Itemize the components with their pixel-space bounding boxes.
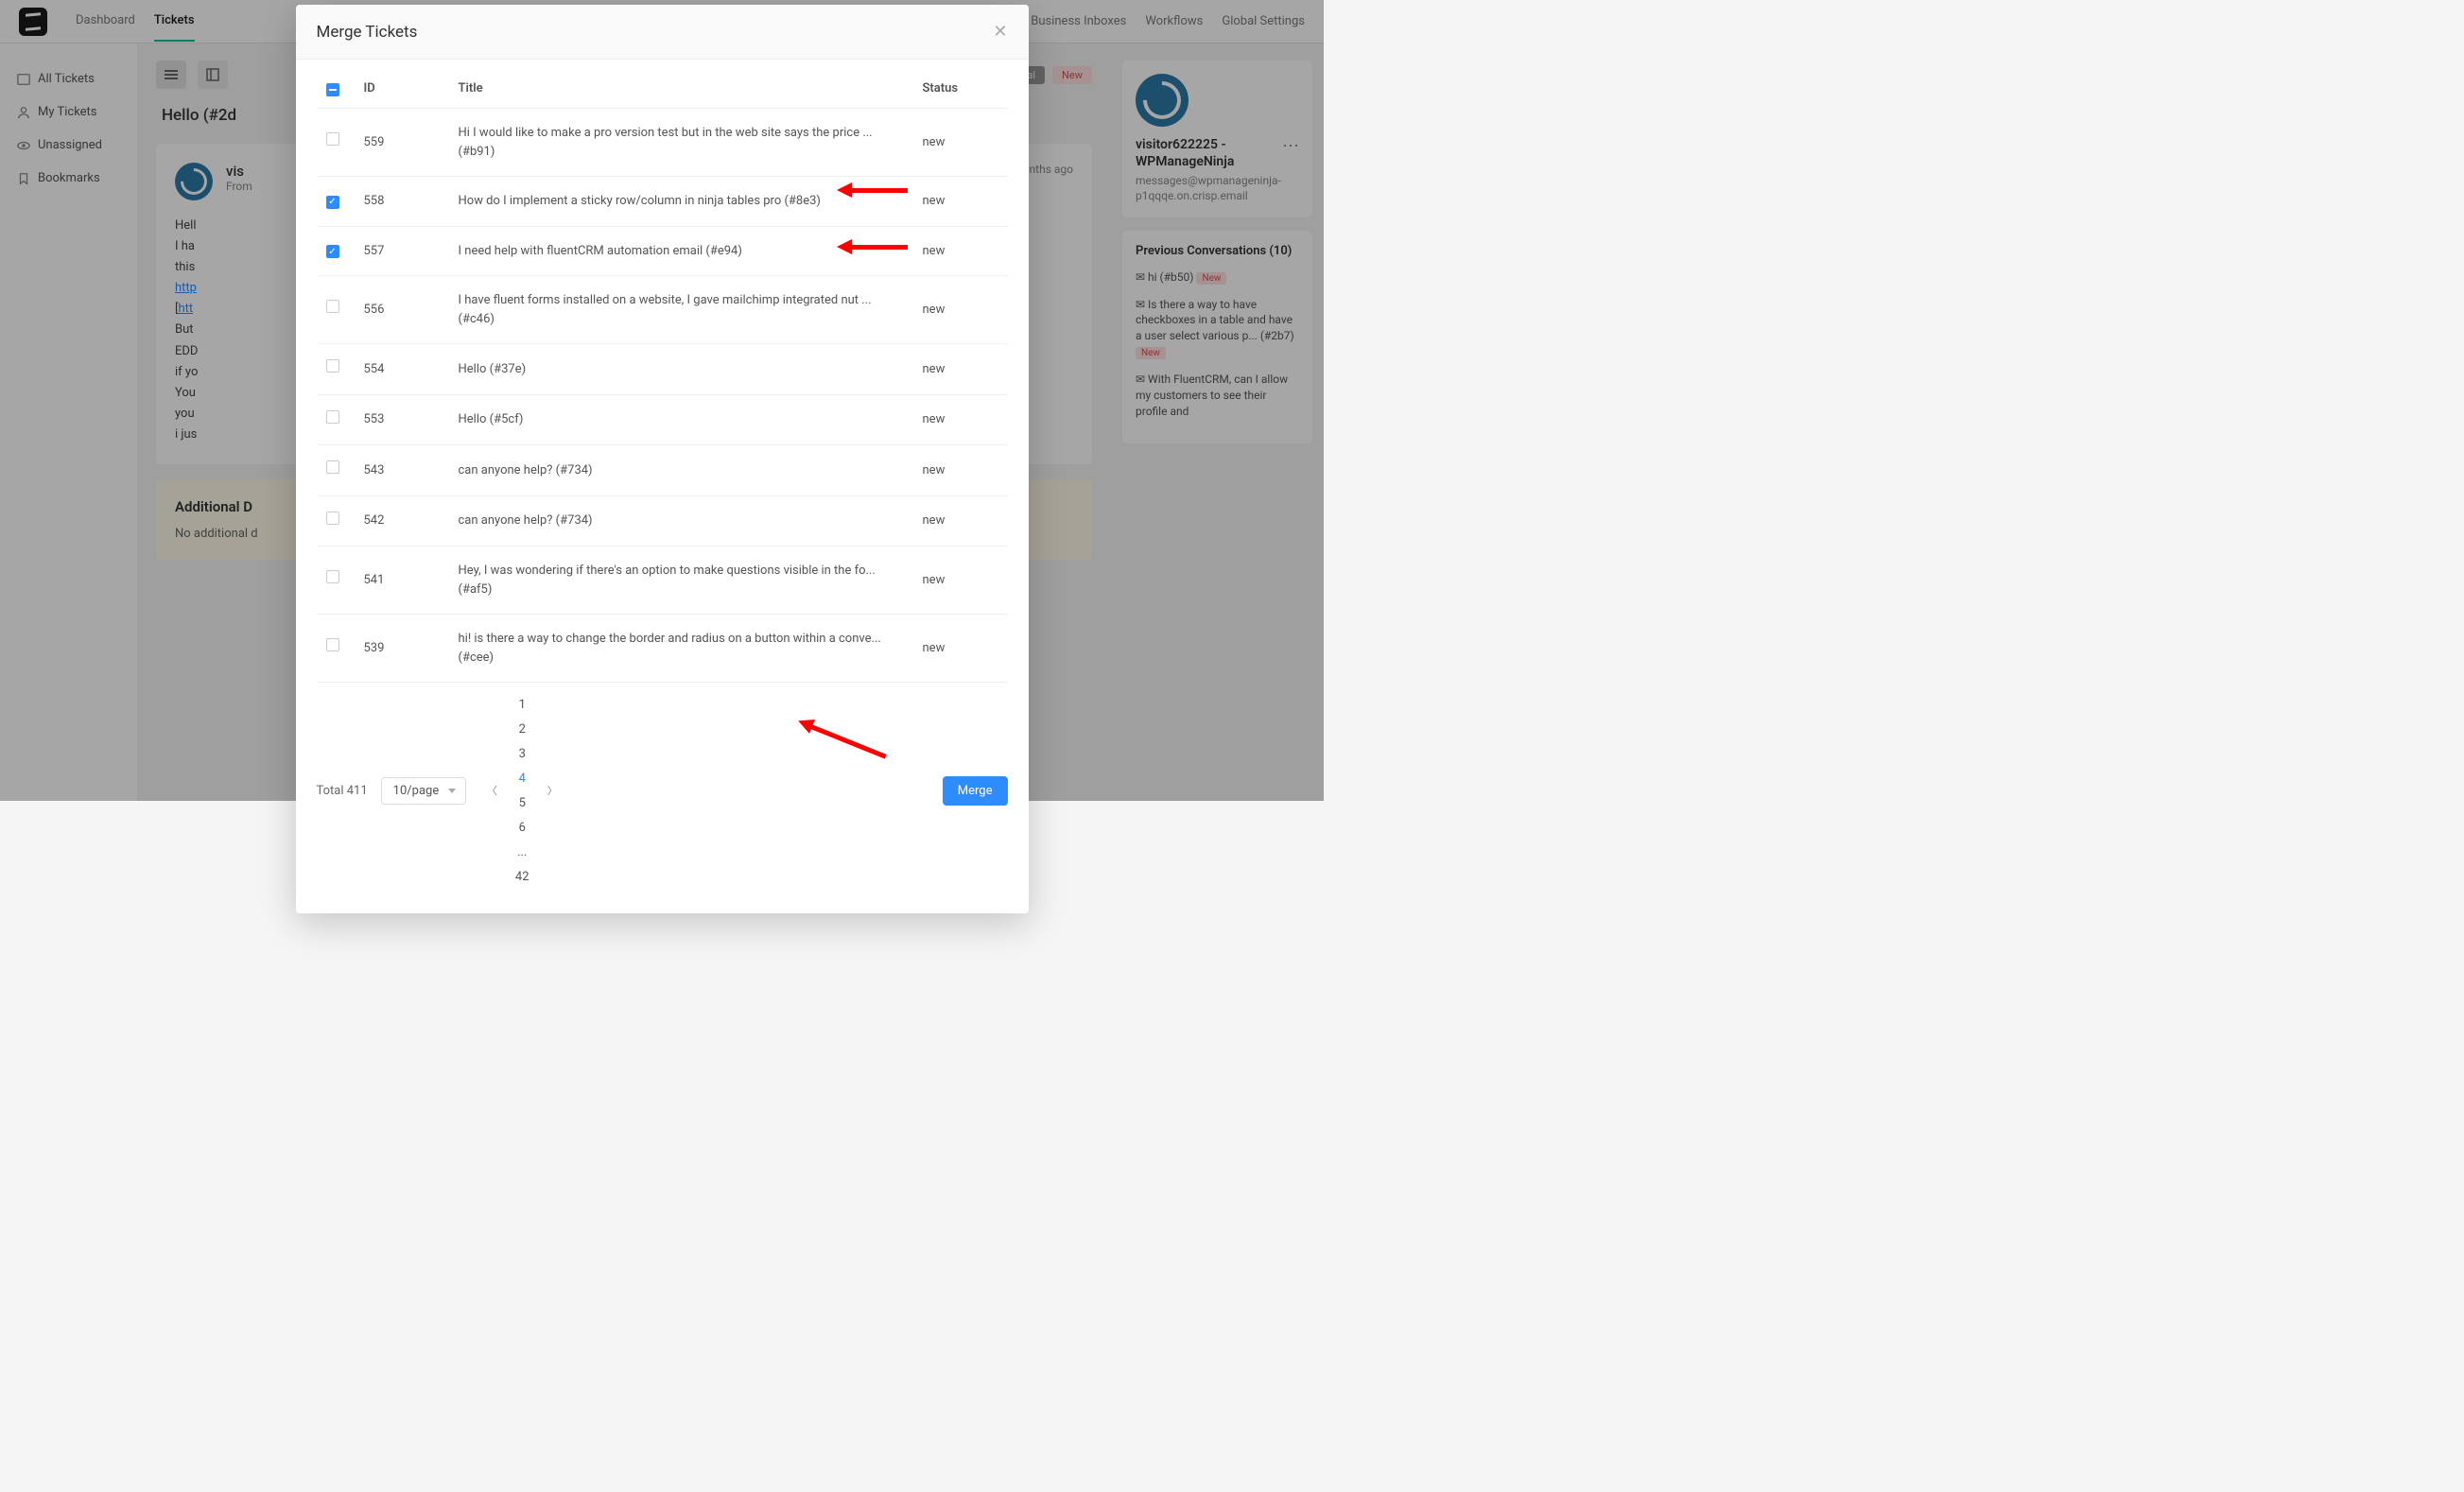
column-header-status[interactable]: Status — [913, 69, 1008, 109]
ticket-status-cell: new — [913, 276, 1008, 344]
ticket-status-cell: new — [913, 394, 1008, 445]
page-number[interactable]: 3 — [510, 741, 534, 766]
ticket-title-cell: Hello (#5cf) — [449, 394, 913, 445]
table-row: 541 Hey, I was wondering if there's an o… — [317, 546, 1008, 615]
page-ellipsis: ... — [510, 840, 534, 864]
ticket-status-cell: new — [913, 445, 1008, 496]
page-size-select[interactable]: 10/page — [381, 777, 467, 805]
ticket-title-cell: How do I implement a sticky row/column i… — [449, 177, 913, 227]
next-page-button[interactable]: 〉 — [540, 778, 564, 803]
page-number[interactable]: 5 — [510, 790, 534, 815]
ticket-title-cell: I need help with fluentCRM automation em… — [449, 226, 913, 276]
ticket-id-cell: 556 — [355, 276, 449, 344]
ticket-status-cell: new — [913, 177, 1008, 227]
merge-tickets-modal: Merge Tickets ✕ ID Title Status 559 Hi I… — [296, 5, 1029, 913]
ticket-status-cell: new — [913, 226, 1008, 276]
column-header-title[interactable]: Title — [449, 69, 913, 109]
ticket-id-cell: 543 — [355, 445, 449, 496]
modal-overlay[interactable]: Merge Tickets ✕ ID Title Status 559 Hi I… — [0, 0, 1324, 801]
table-row: 543 can anyone help? (#734) new — [317, 445, 1008, 496]
ticket-status-cell: new — [913, 546, 1008, 615]
ticket-status-cell: new — [913, 344, 1008, 395]
row-checkbox[interactable] — [326, 359, 339, 373]
ticket-title-cell: Hi I would like to make a pro version te… — [449, 109, 913, 177]
ticket-status-cell: new — [913, 495, 1008, 546]
row-checkbox[interactable] — [326, 410, 339, 424]
ticket-id-cell: 557 — [355, 226, 449, 276]
ticket-id-cell: 554 — [355, 344, 449, 395]
page-number[interactable]: 42 — [510, 864, 534, 889]
ticket-status-cell: new — [913, 109, 1008, 177]
pagination: 〈 123456...42 〉 — [479, 692, 564, 889]
table-row: 542 can anyone help? (#734) new — [317, 495, 1008, 546]
row-checkbox[interactable] — [326, 460, 339, 474]
ticket-id-cell: 542 — [355, 495, 449, 546]
page-number[interactable]: 4 — [510, 766, 534, 790]
row-checkbox[interactable] — [326, 512, 339, 525]
row-checkbox[interactable] — [326, 196, 339, 209]
prev-page-button[interactable]: 〈 — [479, 778, 504, 803]
modal-footer: Total 411 10/page 〈 123456...42 〉 Merge — [317, 683, 1008, 894]
close-icon[interactable]: ✕ — [993, 22, 1007, 42]
table-row: 539 hi! is there a way to change the bor… — [317, 615, 1008, 683]
column-header-id[interactable]: ID — [355, 69, 449, 109]
ticket-title-cell: Hey, I was wondering if there's an optio… — [449, 546, 913, 615]
ticket-id-cell: 541 — [355, 546, 449, 615]
merge-button[interactable]: Merge — [943, 776, 1008, 806]
ticket-status-cell: new — [913, 615, 1008, 683]
ticket-id-cell: 553 — [355, 394, 449, 445]
ticket-id-cell: 539 — [355, 615, 449, 683]
row-checkbox[interactable] — [326, 300, 339, 313]
modal-header: Merge Tickets ✕ — [296, 5, 1029, 60]
row-checkbox[interactable] — [326, 132, 339, 146]
page-number[interactable]: 6 — [510, 815, 534, 840]
total-count-label: Total 411 — [317, 784, 368, 798]
page-number[interactable]: 2 — [510, 717, 534, 741]
tickets-table: ID Title Status 559 Hi I would like to m… — [317, 69, 1008, 683]
page-number[interactable]: 1 — [510, 692, 534, 717]
select-all-checkbox[interactable] — [326, 83, 339, 96]
table-row: 559 Hi I would like to make a pro versio… — [317, 109, 1008, 177]
table-row: 556 I have fluent forms installed on a w… — [317, 276, 1008, 344]
row-checkbox[interactable] — [326, 638, 339, 651]
ticket-id-cell: 559 — [355, 109, 449, 177]
ticket-title-cell: can anyone help? (#734) — [449, 495, 913, 546]
ticket-title-cell: hi! is there a way to change the border … — [449, 615, 913, 683]
modal-title: Merge Tickets — [317, 23, 418, 42]
table-row: 557 I need help with fluentCRM automatio… — [317, 226, 1008, 276]
ticket-title-cell: Hello (#37e) — [449, 344, 913, 395]
table-row: 554 Hello (#37e) new — [317, 344, 1008, 395]
row-checkbox[interactable] — [326, 570, 339, 583]
table-row: 558 How do I implement a sticky row/colu… — [317, 177, 1008, 227]
ticket-title-cell: I have fluent forms installed on a websi… — [449, 276, 913, 344]
ticket-title-cell: can anyone help? (#734) — [449, 445, 913, 496]
ticket-id-cell: 558 — [355, 177, 449, 227]
modal-body: ID Title Status 559 Hi I would like to m… — [296, 60, 1029, 913]
table-row: 553 Hello (#5cf) new — [317, 394, 1008, 445]
row-checkbox[interactable] — [326, 245, 339, 258]
